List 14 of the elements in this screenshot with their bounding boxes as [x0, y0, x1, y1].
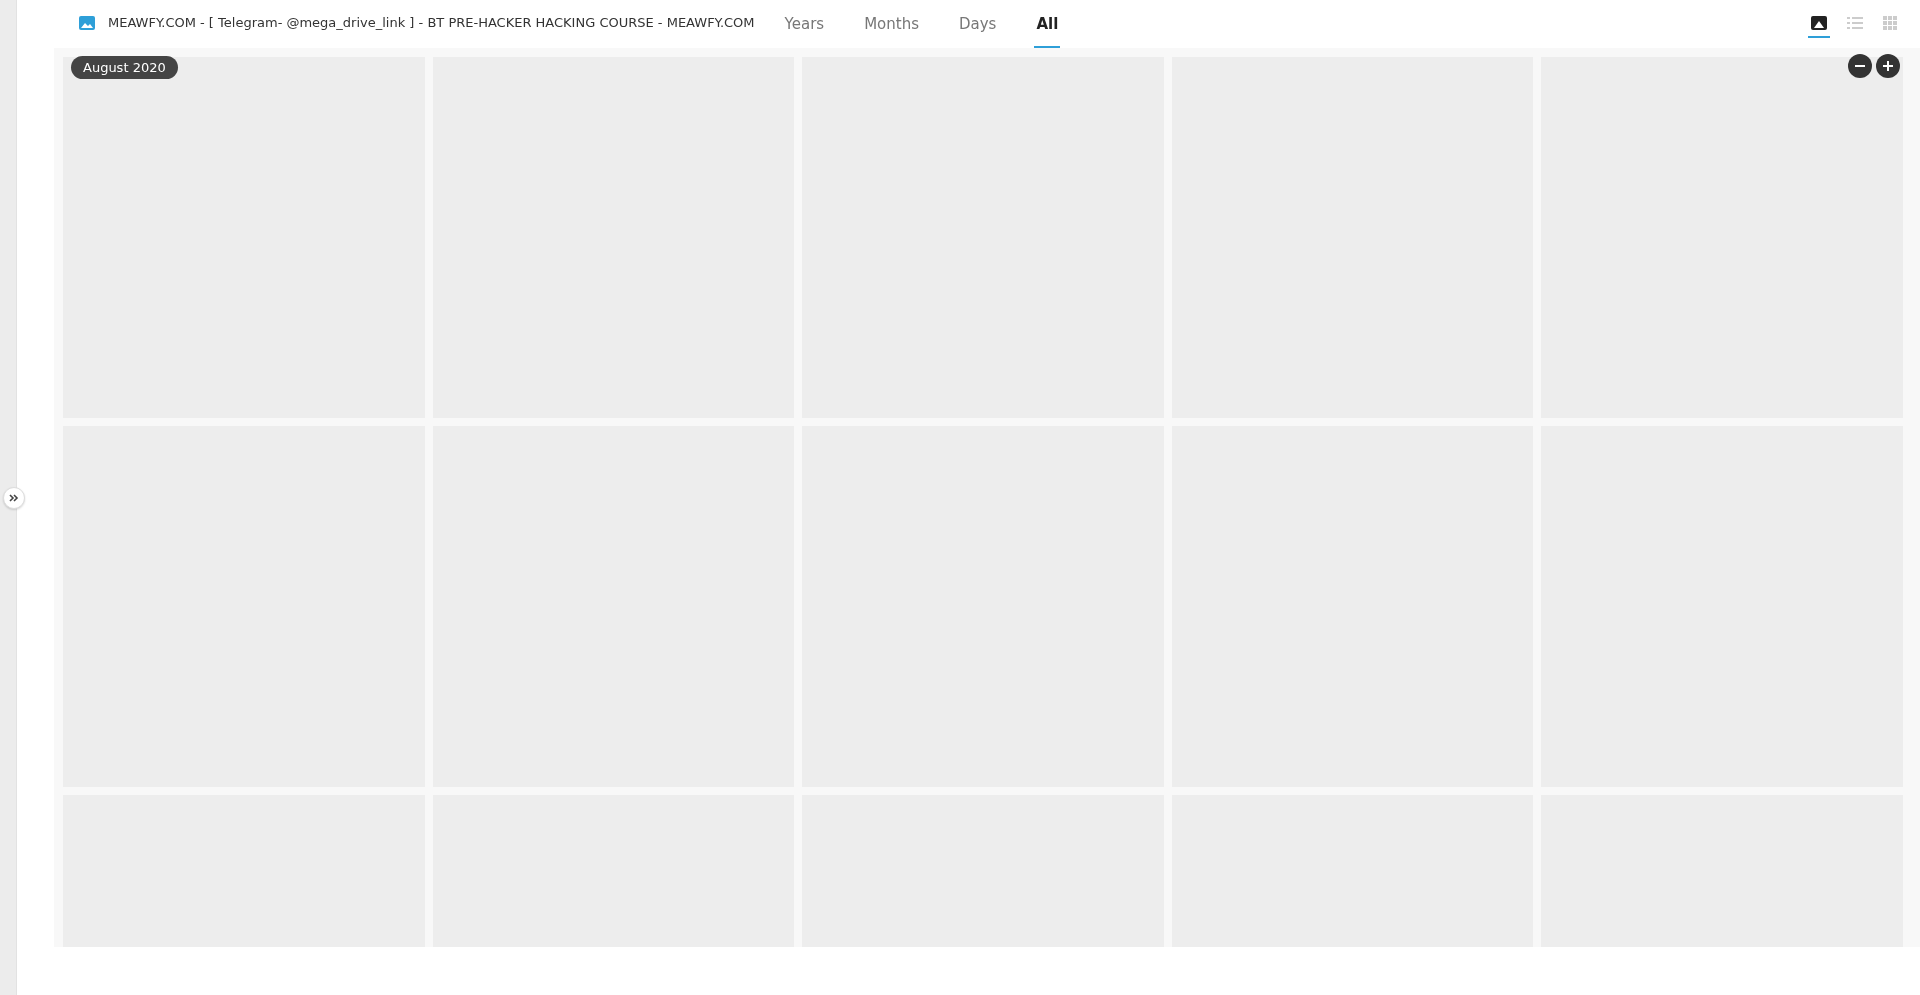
list-icon	[1847, 16, 1863, 30]
sidebar-toggle-button[interactable]	[3, 487, 25, 509]
zoom-in-button[interactable]	[1876, 54, 1900, 78]
image-icon	[79, 16, 95, 30]
date-label: August 2020	[71, 56, 178, 79]
view-tab[interactable]: Years	[766, 0, 843, 48]
album-title: MEAWFY.COM - [ Telegram- @mega_drive_link ] - BT PRE-HACKER HACKING COURSE - MEAWFY.COM	[108, 15, 755, 30]
plus-icon	[1882, 60, 1894, 72]
grid-icon	[1883, 16, 1897, 30]
zoom-out-button[interactable]	[1848, 54, 1872, 78]
image-icon	[1811, 16, 1827, 30]
view-tab[interactable]: Days	[941, 0, 1015, 48]
double-chevron-icon	[9, 494, 19, 502]
view-tab[interactable]: Months	[846, 0, 937, 48]
